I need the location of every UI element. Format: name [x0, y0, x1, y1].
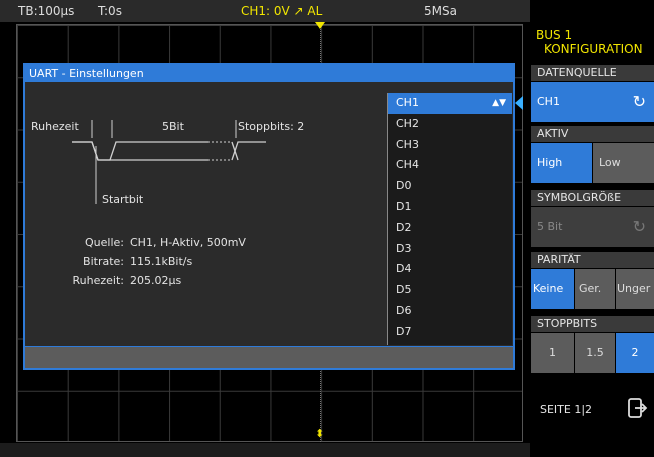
idle-time-value: 205.02µs: [130, 274, 182, 287]
stoppbits-2-button[interactable]: 2: [616, 333, 654, 373]
bottom-strip: [0, 443, 530, 457]
channel-option-d7[interactable]: D7: [388, 322, 512, 343]
stoppbits-1-5-button[interactable]: 1.5: [575, 333, 615, 373]
trigger-position-icon: [315, 22, 325, 29]
stoppbits-1-button[interactable]: 1: [531, 333, 574, 373]
up-down-arrows-icon: ▲▼: [492, 98, 506, 108]
symbolgroesse-header: SYMBOLGRÖßE: [531, 190, 654, 206]
bitrate-label: Bitrate:: [83, 255, 124, 268]
channel-option-d6[interactable]: D6: [388, 301, 512, 322]
selection-pointer-icon: [515, 96, 523, 110]
page-indicator: SEITE 1|2: [540, 403, 593, 416]
aktiv-header: AKTIV: [531, 126, 654, 142]
symbolgroesse-value: 5 Bit: [537, 220, 563, 233]
channel-option-d0[interactable]: D0: [388, 176, 512, 197]
uart-frame-diagram: [72, 120, 266, 204]
bitrate-value: 115.1kBit/s: [130, 255, 193, 268]
idle-time-label: Ruhezeit:: [72, 274, 124, 287]
ground-marker-icon: ⬍: [315, 427, 325, 440]
rotary-knob-icon: ↻: [632, 217, 646, 236]
menu-title: BUS 1 KONFIGURATION: [536, 28, 643, 56]
paritaet-header: PARITÄT: [531, 252, 654, 268]
datenquelle-header: DATENQUELLE: [531, 65, 654, 81]
aktiv-high-button[interactable]: High: [531, 143, 592, 183]
status-bar: TB:100µs T:0s CH1: 0V ↗ AL 5MSa: [0, 0, 530, 22]
paritaet-ungerade-button[interactable]: Unger: [616, 269, 654, 309]
datenquelle-button[interactable]: CH1 ↻: [531, 82, 654, 122]
paritaet-gerade-button[interactable]: Ger.: [575, 269, 615, 309]
bus-subtitle: KONFIGURATION: [544, 42, 643, 56]
source-label: Quelle:: [85, 236, 124, 249]
source-value: CH1, H-Aktiv, 500mV: [130, 236, 246, 249]
channel-option-ch3[interactable]: CH3: [388, 135, 512, 156]
channel-option-d4[interactable]: D4: [388, 259, 512, 280]
channel-option-d1[interactable]: D1: [388, 197, 512, 218]
symbolgroesse-button[interactable]: 5 Bit ↻: [531, 207, 654, 247]
bus-title: BUS 1: [536, 28, 573, 42]
datenquelle-value: CH1: [537, 95, 560, 108]
channel-option-ch4[interactable]: CH4: [388, 155, 512, 176]
channel-option-d5[interactable]: D5: [388, 280, 512, 301]
uart-diagram-area: Ruhezeit 5Bit Stoppbits: 2 Startbit Quel…: [26, 84, 386, 344]
channel-option-ch1[interactable]: CH1 ▲▼: [388, 93, 512, 114]
channel-option-d2[interactable]: D2: [388, 218, 512, 239]
uart-settings-dialog: UART - Einstellungen Ruhezeit 5Bit Stopp…: [23, 63, 515, 370]
exit-menu-icon[interactable]: [626, 396, 648, 420]
paritaet-keine-button[interactable]: Keine: [531, 269, 574, 309]
stoppbits-header: STOPPBITS: [531, 316, 654, 332]
trigger-time-readout[interactable]: T:0s: [98, 4, 122, 18]
dialog-title: UART - Einstellungen: [25, 65, 513, 82]
timebase-readout[interactable]: TB:100µs: [18, 4, 74, 18]
samplerate-readout: 5MSa: [424, 4, 457, 18]
dialog-footer: [25, 346, 513, 368]
channel-option-ch2[interactable]: CH2: [388, 114, 512, 135]
channel-trigger-readout[interactable]: CH1: 0V ↗ AL: [241, 4, 322, 18]
channel-option-d3[interactable]: D3: [388, 239, 512, 260]
channel-select-list[interactable]: CH1 ▲▼ CH2 CH3 CH4 D0 D1 D2 D3 D4 D5 D6 D…: [387, 93, 512, 345]
aktiv-low-button[interactable]: Low: [593, 143, 654, 183]
rotary-knob-icon: ↻: [632, 92, 646, 111]
